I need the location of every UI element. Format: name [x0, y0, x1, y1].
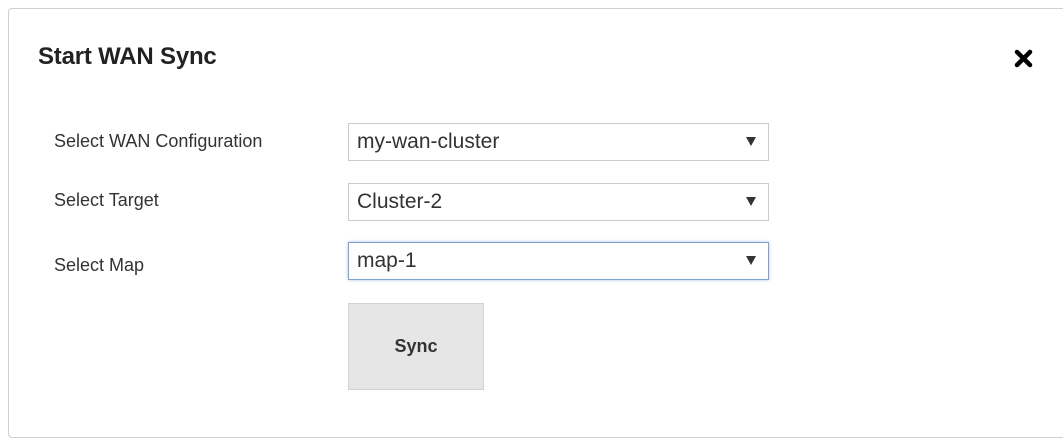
wan-config-label: Select WAN Configuration	[54, 131, 263, 151]
map-label: Select Map	[54, 255, 145, 275]
wan-config-value: my-wan-cluster	[357, 130, 500, 153]
wan-config-select[interactable]: my-wan-cluster	[348, 123, 769, 161]
chevron-down-icon	[746, 256, 756, 265]
target-select[interactable]: Cluster-2	[348, 183, 769, 221]
wan-sync-dialog: Start WAN Sync Select WAN Configuration …	[8, 8, 1063, 438]
target-value: Cluster-2	[357, 190, 443, 213]
chevron-down-icon	[746, 137, 756, 146]
map-select[interactable]: map-1	[348, 242, 769, 280]
close-icon[interactable]	[1011, 45, 1037, 71]
sync-button[interactable]: Sync	[348, 303, 484, 390]
target-label: Select Target	[54, 190, 159, 210]
dialog-title: Start WAN Sync	[38, 43, 217, 70]
map-value: map-1	[357, 249, 417, 272]
chevron-down-icon	[746, 197, 756, 206]
